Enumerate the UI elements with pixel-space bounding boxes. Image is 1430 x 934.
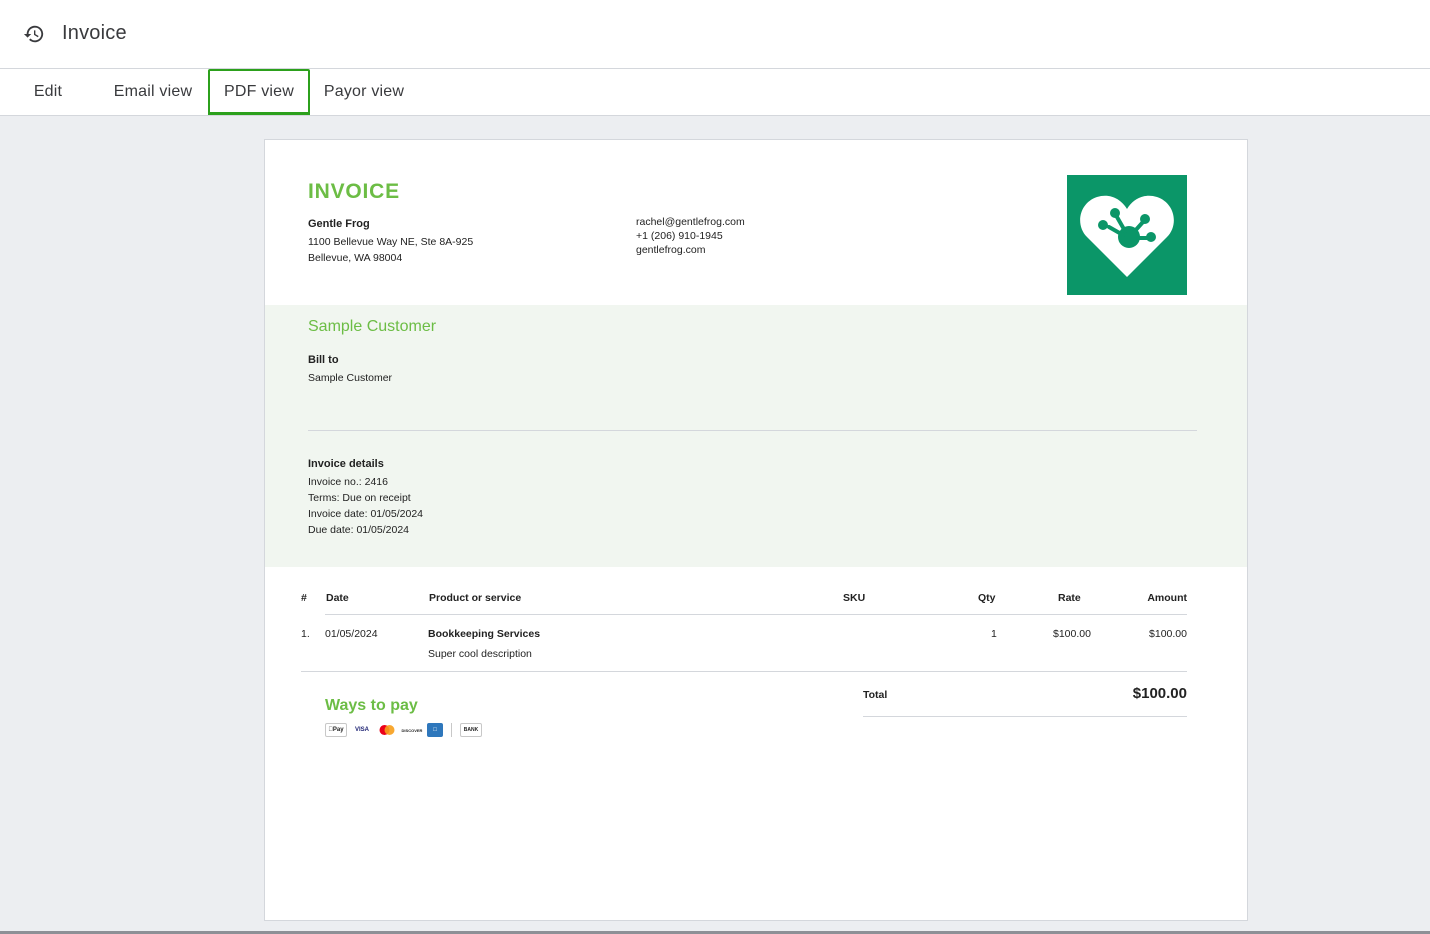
col-header-num: # — [301, 592, 307, 604]
col-header-amount: Amount — [1147, 592, 1187, 604]
invoice-number: Invoice no.: 2416 — [308, 476, 388, 488]
invoice-date: Invoice date: 01/05/2024 — [308, 508, 424, 520]
payment-methods: Pay VISA DISCOVER □ BANK — [325, 723, 482, 737]
company-address-line1: 1100 Bellevue Way NE, Ste 8A-925 — [308, 236, 474, 248]
col-header-product: Product or service — [429, 592, 522, 604]
row-description: Super cool description — [428, 648, 532, 660]
invoice-terms: Terms: Due on receipt — [308, 492, 411, 504]
divider — [451, 723, 452, 737]
tab-email-view[interactable]: Email view — [104, 69, 202, 115]
mastercard-icon — [377, 723, 397, 737]
tab-edit[interactable]: Edit — [20, 69, 76, 115]
tab-payor-view[interactable]: Payor view — [314, 69, 414, 115]
company-name: Gentle Frog — [308, 218, 370, 230]
bill-to-label: Bill to — [308, 354, 339, 366]
company-email: rachel@gentlefrog.com — [636, 216, 745, 228]
total-value: $100.00 — [1132, 685, 1187, 702]
due-date: Due date: 01/05/2024 — [308, 524, 410, 536]
customer-section: Sample Customer Bill to Sample Customer … — [265, 305, 1247, 567]
row-divider — [301, 671, 1187, 672]
divider — [308, 430, 1197, 431]
discover-icon: DISCOVER — [401, 723, 423, 737]
bank-icon: BANK — [460, 723, 482, 737]
company-phone: +1 (206) 910-1945 — [636, 230, 723, 242]
bill-to-value: Sample Customer — [308, 372, 393, 384]
visa-icon: VISA — [351, 723, 373, 737]
col-header-rate: Rate — [1058, 592, 1081, 604]
top-bar: Invoice — [0, 0, 1430, 69]
col-header-sku: SKU — [843, 592, 866, 604]
header-divider — [325, 614, 1187, 615]
row-date: 01/05/2024 — [325, 628, 378, 640]
frog-heart-icon — [1080, 195, 1174, 277]
page-title: Invoice — [62, 22, 127, 44]
col-header-qty: Qty — [978, 592, 996, 604]
customer-name: Sample Customer — [308, 318, 437, 335]
company-address-line2: Bellevue, WA 98004 — [308, 252, 403, 264]
apple-pay-icon: Pay — [325, 723, 347, 737]
row-number: 1. — [301, 628, 310, 640]
row-product: Bookkeeping Services — [428, 628, 541, 640]
total-divider — [863, 716, 1187, 717]
invoice-details-label: Invoice details — [308, 458, 384, 470]
ways-to-pay-label: Ways to pay — [325, 697, 418, 714]
amex-icon: □ — [427, 723, 443, 737]
view-tabs: Edit Email view PDF view Payor view — [0, 69, 1430, 116]
col-header-date: Date — [326, 592, 349, 604]
company-website: gentlefrog.com — [636, 244, 706, 256]
row-rate: $100.00 — [1053, 628, 1091, 640]
invoice-pdf-preview: INVOICE Gentle Frog 1100 Bellevue Way NE… — [264, 139, 1248, 921]
row-qty: 1 — [991, 628, 997, 640]
invoice-heading: INVOICE — [308, 180, 400, 203]
company-logo — [1067, 175, 1187, 295]
tab-pdf-view[interactable]: PDF view — [208, 69, 310, 115]
history-icon[interactable] — [23, 23, 45, 45]
row-amount: $100.00 — [1149, 628, 1187, 640]
total-label: Total — [863, 689, 888, 701]
